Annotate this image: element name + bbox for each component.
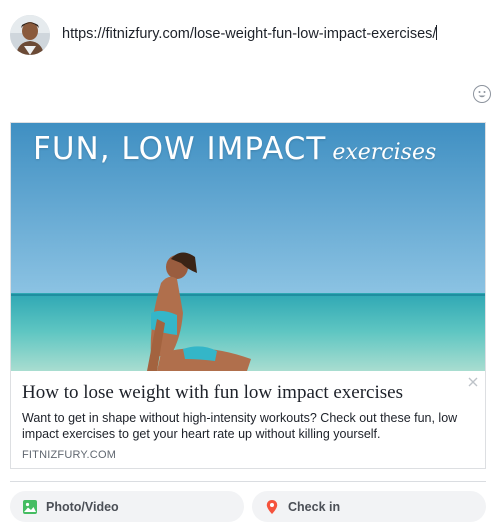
link-description: Want to get in shape without high-intens… bbox=[22, 411, 458, 441]
preview-image: FUN, LOW IMPACT exercises bbox=[11, 123, 485, 371]
text-caret bbox=[436, 25, 438, 40]
divider bbox=[10, 481, 486, 482]
avatar-photo bbox=[10, 15, 50, 55]
check-in-label: Check in bbox=[288, 499, 341, 514]
preview-body: How to lose weight with fun low impact e… bbox=[11, 371, 485, 468]
location-pin-icon bbox=[266, 499, 278, 514]
emoji-button[interactable] bbox=[473, 85, 491, 103]
post-composer-input[interactable]: https://fitnizfury.com/lose-weight-fun-l… bbox=[62, 25, 462, 44]
link-title: How to lose weight with fun low impact e… bbox=[22, 382, 403, 403]
check-in-button[interactable]: Check in bbox=[252, 491, 486, 522]
close-glyph bbox=[468, 377, 478, 387]
close-icon[interactable] bbox=[467, 375, 479, 387]
image-headline-script: exercises bbox=[332, 140, 437, 165]
link-domain: FITNIZFURY.COM bbox=[22, 449, 117, 461]
photo-icon bbox=[23, 499, 37, 514]
image-headline-main: FUN, LOW IMPACT bbox=[33, 131, 327, 167]
link-preview-card[interactable]: FUN, LOW IMPACT exercises How to lose wei… bbox=[10, 122, 486, 469]
smiley-face-icon bbox=[478, 91, 486, 98]
photo-video-label: Photo/Video bbox=[46, 499, 119, 514]
image-headline: FUN, LOW IMPACT exercises bbox=[33, 131, 436, 167]
photo-video-button[interactable]: Photo/Video bbox=[10, 491, 244, 522]
composer-text: https://fitnizfury.com/lose-weight-fun-l… bbox=[62, 26, 437, 42]
avatar[interactable] bbox=[10, 15, 50, 55]
